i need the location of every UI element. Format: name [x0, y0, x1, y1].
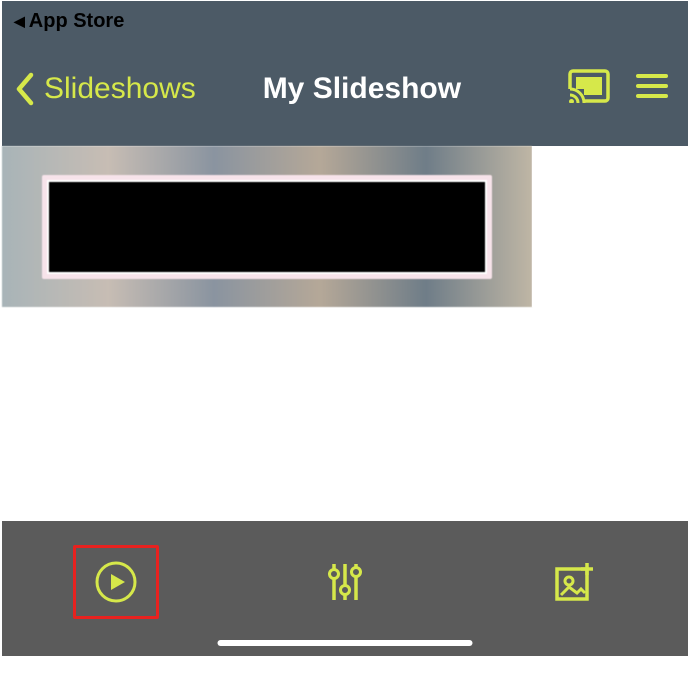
hamburger-menu-icon	[636, 72, 668, 100]
system-back-label: App Store	[29, 10, 125, 33]
add-photo-icon	[555, 563, 593, 601]
slide-thumbnail-content	[47, 180, 487, 274]
cast-icon	[568, 69, 610, 103]
back-triangle-icon: ◀	[14, 13, 25, 30]
cast-button[interactable]	[568, 69, 636, 108]
play-button[interactable]	[73, 545, 159, 619]
bottom-toolbar	[2, 521, 688, 656]
add-photo-button[interactable]	[531, 545, 617, 619]
preview-thumbnail-background	[2, 146, 532, 307]
play-icon	[95, 561, 137, 603]
slide-thumbnail[interactable]	[42, 175, 492, 279]
chevron-left-icon	[12, 72, 38, 106]
adjust-button[interactable]	[302, 545, 388, 619]
system-back-to-app[interactable]: ◀ App Store	[2, 1, 688, 41]
slideshow-preview-strip	[2, 146, 688, 307]
navigation-header: Slideshows My Slideshow	[2, 41, 688, 146]
menu-button[interactable]	[636, 72, 668, 105]
content-area	[2, 307, 688, 521]
preview-empty-area	[532, 146, 688, 307]
sliders-icon	[328, 562, 362, 602]
page-title: My Slideshow	[156, 72, 568, 106]
home-indicator[interactable]	[218, 640, 473, 646]
